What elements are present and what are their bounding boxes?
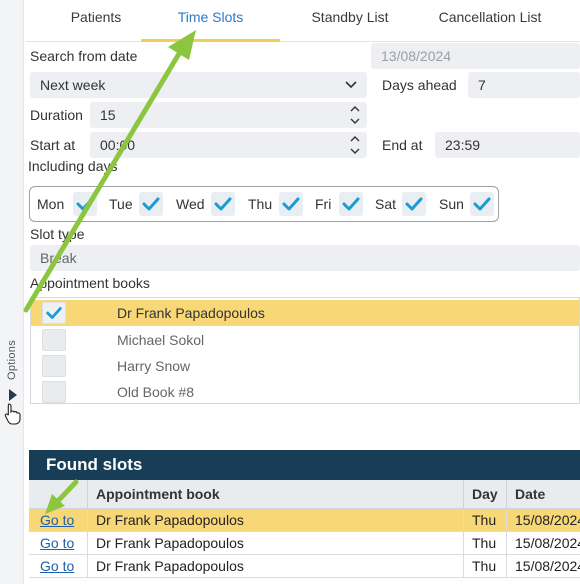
day-toggle-thu[interactable]: Thu: [248, 187, 310, 221]
tab-time-slots[interactable]: Time Slots: [141, 0, 280, 42]
duration-value: 15: [100, 107, 116, 123]
book-row[interactable]: Harry Snow: [31, 353, 579, 379]
cell-date: 15/08/2024: [506, 555, 580, 578]
day-label: Tue: [109, 196, 133, 212]
checkmark-icon[interactable]: [42, 302, 66, 324]
book-checkbox[interactable]: [42, 381, 66, 403]
day-label: Fri: [315, 196, 332, 212]
table-row[interactable]: Go to Dr Frank Papadopoulos Thu 15/08/20…: [29, 509, 580, 532]
search-from-date-label: Search from date: [30, 48, 138, 64]
results-header-row: Appointment book Day Date: [29, 480, 580, 509]
tab-standby-list[interactable]: Standby List: [280, 0, 420, 42]
search-from-date-field[interactable]: 13/08/2024: [371, 43, 580, 69]
duration-label: Duration: [30, 107, 83, 123]
cell-day: Thu: [463, 509, 506, 532]
tab-cancellation-list[interactable]: Cancellation List: [420, 0, 560, 42]
cell-date: 15/08/2024: [506, 509, 580, 532]
cell-day: Thu: [463, 532, 506, 555]
book-name: Harry Snow: [117, 358, 191, 374]
day-toggle-sun[interactable]: Sun: [439, 187, 497, 221]
book-checkbox[interactable]: [42, 355, 66, 377]
day-toggle-wed[interactable]: Wed: [176, 187, 241, 221]
checkmark-icon[interactable]: [279, 192, 303, 216]
book-row[interactable]: Dr Frank Papadopoulos: [31, 300, 579, 326]
day-toggle-fri[interactable]: Fri: [315, 187, 371, 221]
book-name: Old Book #8: [117, 384, 195, 400]
column-header-book[interactable]: Appointment book: [87, 480, 463, 509]
days-ahead-label: Days ahead: [382, 77, 457, 93]
checkmark-icon[interactable]: [402, 192, 426, 216]
end-at-label: End at: [382, 137, 423, 153]
options-toggle[interactable]: Options: [4, 338, 20, 382]
duration-spin-icon[interactable]: [349, 103, 361, 127]
checkmark-icon[interactable]: [211, 192, 235, 216]
book-row[interactable]: Old Book #8: [31, 379, 579, 405]
start-at-label: Start at: [30, 137, 76, 153]
day-toggle-tue[interactable]: Tue: [109, 187, 169, 221]
book-name: Dr Frank Papadopoulos: [117, 305, 265, 321]
day-label: Thu: [248, 196, 273, 212]
table-row[interactable]: Go to Dr Frank Papadopoulos Thu 15/08/20…: [29, 532, 580, 555]
book-name: Michael Sokol: [117, 332, 205, 348]
date-range-value: Next week: [40, 77, 106, 93]
start-at-stepper[interactable]: 00:00: [90, 132, 367, 158]
day-toggle-sat[interactable]: Sat: [375, 187, 433, 221]
appointment-books-list: Dr Frank Papadopoulos Michael Sokol Harr…: [30, 297, 580, 404]
day-label: Wed: [176, 196, 205, 212]
slot-type-label: Slot type: [30, 226, 85, 242]
day-label: Sat: [375, 196, 397, 212]
end-at-field[interactable]: 23:59: [435, 132, 580, 158]
duration-stepper[interactable]: 15: [90, 102, 367, 128]
go-to-link[interactable]: Go to: [29, 509, 87, 532]
hand-cursor-icon: [4, 403, 21, 425]
book-row[interactable]: Michael Sokol: [31, 327, 579, 353]
cell-date: 15/08/2024: [506, 532, 580, 555]
table-row[interactable]: Go to Dr Frank Papadopoulos Thu 15/08/20…: [29, 555, 580, 578]
book-checkbox[interactable]: [42, 329, 66, 351]
days-ahead-field[interactable]: 7: [468, 72, 580, 98]
cell-book: Dr Frank Papadopoulos: [87, 555, 463, 578]
go-to-link[interactable]: Go to: [29, 555, 87, 578]
date-range-select[interactable]: Next week: [30, 72, 367, 98]
tab-patients[interactable]: Patients: [36, 0, 156, 42]
start-spin-icon[interactable]: [349, 133, 361, 157]
options-sidebar: Options: [0, 0, 24, 584]
chevron-down-icon: [345, 81, 357, 89]
day-toggle-mon[interactable]: Mon: [37, 187, 103, 221]
start-at-value: 00:00: [100, 137, 136, 153]
expand-arrow-icon[interactable]: [9, 389, 17, 401]
column-header-day[interactable]: Day: [463, 480, 506, 509]
cell-book: Dr Frank Papadopoulos: [87, 532, 463, 555]
options-label: Options: [6, 339, 18, 381]
cell-book: Dr Frank Papadopoulos: [87, 509, 463, 532]
slot-type-select[interactable]: Break: [30, 245, 580, 271]
checkmark-icon[interactable]: [470, 192, 494, 216]
checkmark-icon[interactable]: [339, 192, 363, 216]
column-header-date[interactable]: Date: [506, 480, 580, 509]
cell-day: Thu: [463, 555, 506, 578]
day-label: Sun: [439, 196, 464, 212]
go-to-link[interactable]: Go to: [29, 532, 87, 555]
including-days-group: Mon Tue Wed Thu Fri Sat Sun: [29, 186, 499, 222]
including-days-label: Including days: [28, 158, 118, 174]
tab-bar: Patients Time Slots Standby List Cancell…: [26, 0, 580, 42]
appointment-books-label: Appointment books: [30, 275, 150, 291]
checkmark-icon[interactable]: [139, 192, 163, 216]
checkmark-icon[interactable]: [73, 192, 97, 216]
day-label: Mon: [37, 196, 65, 212]
found-slots-title: Found slots: [29, 450, 580, 480]
